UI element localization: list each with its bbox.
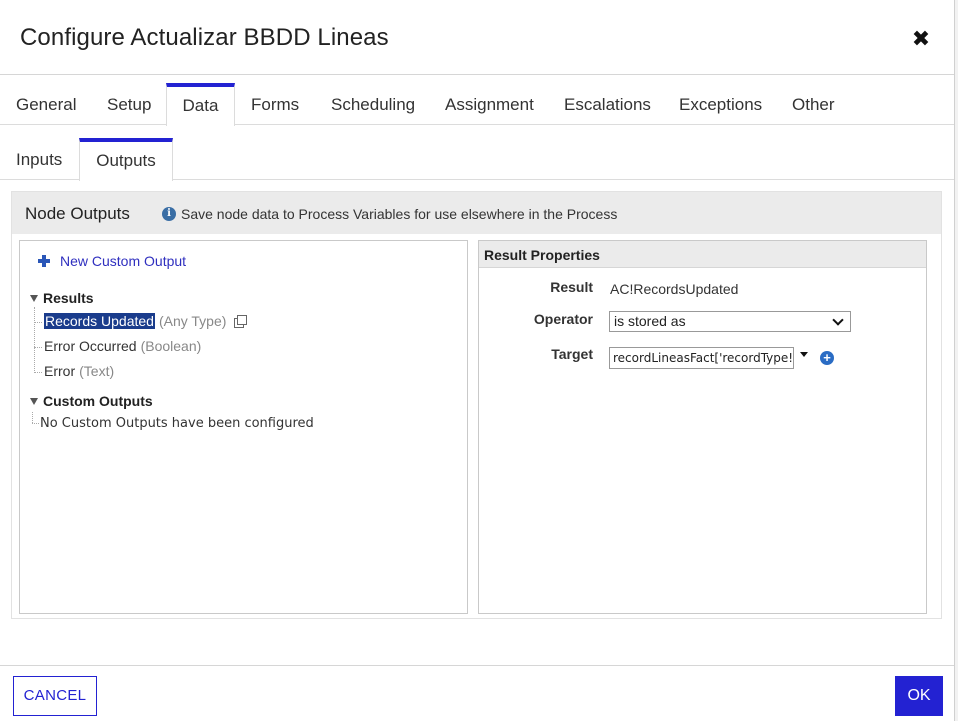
result-properties-pane: Result Properties Result AC!RecordsUpdat… [478,240,927,614]
tab-data[interactable]: Data [166,83,235,126]
info-message: i Save node data to Process Variables fo… [162,206,617,222]
tab-exceptions[interactable]: Exceptions [679,83,762,125]
sub-tabs: Inputs Outputs [0,138,954,181]
node-outputs-title: Node Outputs [25,204,130,223]
tab-forms[interactable]: Forms [251,83,299,125]
dialog-title: Configure Actualizar BBDD Lineas [20,24,389,51]
results-label: Results [43,290,94,306]
ok-button[interactable]: OK [895,676,943,716]
expand-triangle-icon[interactable] [30,397,38,405]
tree-guide [34,347,42,348]
tree-guide [32,412,33,423]
target-input[interactable]: recordLineasFact['recordType!{ [609,347,794,369]
result-label: Result [550,279,593,295]
operator-select[interactable]: is stored as [609,311,851,332]
custom-outputs-label: Custom Outputs [43,393,153,409]
node-outputs-panel: Node Outputs i Save node data to Process… [11,191,942,619]
tab-assignment[interactable]: Assignment [445,83,534,125]
tree-guide [34,372,42,373]
add-circle-icon[interactable]: + [820,351,834,365]
window-edge [954,0,958,721]
info-text: Save node data to Process Variables for … [181,206,618,222]
subtab-outputs[interactable]: Outputs [79,138,173,181]
plus-icon [38,255,50,267]
expand-triangle-icon[interactable] [30,294,38,302]
close-icon[interactable]: ✖ [908,26,934,52]
result-name[interactable]: Error Occurred [44,338,137,354]
tab-other[interactable]: Other [792,83,835,125]
result-type: (Boolean) [140,338,202,354]
main-tabs: General Setup Data Forms Scheduling Assi… [0,83,954,126]
result-properties-title: Result Properties [484,247,600,263]
tab-general[interactable]: General [16,83,76,125]
results-group[interactable]: Results [30,290,94,306]
tree-guide [34,307,35,373]
caret-down-icon[interactable] [800,352,808,357]
result-type: (Text) [79,363,115,379]
result-value: AC!RecordsUpdated [610,281,739,297]
configure-dialog: Configure Actualizar BBDD Lineas ✖ Gener… [0,0,958,721]
target-label: Target [551,346,593,362]
node-outputs-header: Node Outputs i Save node data to Process… [12,192,941,234]
new-custom-output-link[interactable]: New Custom Output [38,253,186,269]
new-custom-output-label: New Custom Output [60,253,187,269]
operator-value: is stored as [614,313,686,329]
custom-outputs-group[interactable]: Custom Outputs [30,393,153,409]
tree-item-error-occurred[interactable]: Error Occurred (Boolean) [44,338,201,354]
tab-setup[interactable]: Setup [107,83,151,125]
tab-scheduling[interactable]: Scheduling [331,83,415,125]
result-name[interactable]: Records Updated [44,313,155,329]
result-type: (Any Type) [158,313,227,329]
dialog-header: Configure Actualizar BBDD Lineas ✖ [0,0,954,75]
custom-outputs-empty: No Custom Outputs have been configured [40,416,314,431]
operator-label: Operator [533,311,593,327]
chevron-down-icon [832,314,844,326]
subtab-inputs[interactable]: Inputs [16,138,62,180]
info-icon: i [162,207,176,221]
tree-guide [32,423,39,424]
result-properties-header: Result Properties [479,241,926,268]
tree-item-records-updated[interactable]: Records Updated (Any Type) [44,313,248,329]
result-name[interactable]: Error [44,363,75,379]
copy-icon[interactable] [234,314,248,328]
outputs-tree-pane: New Custom Output Results Records Update… [19,240,468,614]
tab-escalations[interactable]: Escalations [564,83,651,125]
tree-item-error[interactable]: Error (Text) [44,363,114,379]
cancel-button[interactable]: CANCEL [13,676,97,716]
dialog-footer: CANCEL OK [0,665,954,721]
tree-guide [34,322,42,323]
